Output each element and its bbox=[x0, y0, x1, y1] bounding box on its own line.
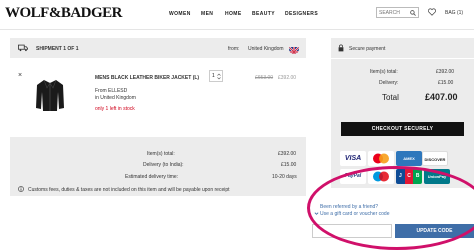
eta-value: 10-20 days bbox=[272, 174, 297, 180]
nav-men[interactable]: MEN bbox=[201, 11, 213, 17]
remove-item-button[interactable]: × bbox=[18, 72, 22, 79]
product-origin: in United Kingdom bbox=[95, 95, 136, 101]
mastercard-icon bbox=[368, 151, 394, 166]
lock-icon bbox=[338, 44, 344, 52]
heart-icon[interactable] bbox=[428, 8, 436, 16]
nav-home[interactable]: HOME bbox=[225, 11, 242, 17]
visa-card-icon: VISA bbox=[340, 151, 366, 166]
secure-delivery-value: £15.00 bbox=[438, 80, 454, 86]
discover-card-icon: DISCOVER bbox=[422, 151, 448, 166]
sale-price: £392.00 bbox=[278, 75, 297, 81]
total-label: Total bbox=[382, 93, 399, 102]
delivery-value: £15.00 bbox=[281, 162, 297, 168]
product-image[interactable] bbox=[35, 78, 65, 113]
eta-label: Estimated delivery time: bbox=[125, 174, 179, 180]
nav-women[interactable]: WOMEN bbox=[169, 11, 191, 17]
amex-card-icon: AMEX bbox=[396, 151, 422, 166]
checkout-button[interactable]: CHECKOUT SECURELY bbox=[341, 122, 464, 136]
info-icon[interactable] bbox=[18, 186, 24, 192]
nav-designers[interactable]: DESIGNERS bbox=[285, 11, 318, 17]
customs-note: Customs fees, duties & taxes are not inc… bbox=[28, 187, 230, 193]
from-country: United Kingdom bbox=[248, 46, 284, 52]
uk-flag-icon bbox=[289, 44, 299, 54]
search-box[interactable] bbox=[376, 7, 419, 18]
shipment-title: SHIPMENT 1 OF 1 bbox=[36, 46, 79, 52]
stock-warning: only 1 left in stock bbox=[95, 106, 135, 112]
quantity-select[interactable]: 1 bbox=[209, 70, 223, 82]
brand-logo[interactable]: WOLF&BADGER bbox=[5, 5, 123, 22]
from-label: from: bbox=[228, 46, 240, 52]
old-price: £653.00 bbox=[255, 75, 274, 81]
truck-icon bbox=[18, 44, 28, 52]
chevron-updown-icon bbox=[217, 73, 221, 80]
secure-items-label: Item(s) total: bbox=[370, 69, 398, 75]
items-total-label: Item(s) total: bbox=[147, 151, 175, 157]
secure-delivery-label: Delivery: bbox=[379, 80, 399, 86]
quantity-value: 1 bbox=[212, 73, 215, 79]
total-value: £407.00 bbox=[425, 92, 458, 102]
items-total-value: £392.00 bbox=[278, 151, 297, 157]
highlight-ring bbox=[307, 166, 474, 250]
delivery-label: Delivery (to India): bbox=[143, 162, 184, 168]
header-divider bbox=[0, 29, 474, 30]
product-name[interactable]: MENS BLACK LEATHER BIKER JACKET (L) bbox=[95, 75, 199, 81]
search-icon[interactable] bbox=[410, 10, 416, 16]
bag-link[interactable]: BAG (1) bbox=[445, 10, 463, 16]
secure-items-value: £392.00 bbox=[436, 69, 455, 75]
search-input[interactable] bbox=[379, 9, 409, 16]
product-maker: From ELLESD bbox=[95, 88, 128, 94]
secure-payment-title: Secure payment bbox=[349, 46, 386, 52]
nav-beauty[interactable]: BEAUTY bbox=[252, 11, 275, 17]
